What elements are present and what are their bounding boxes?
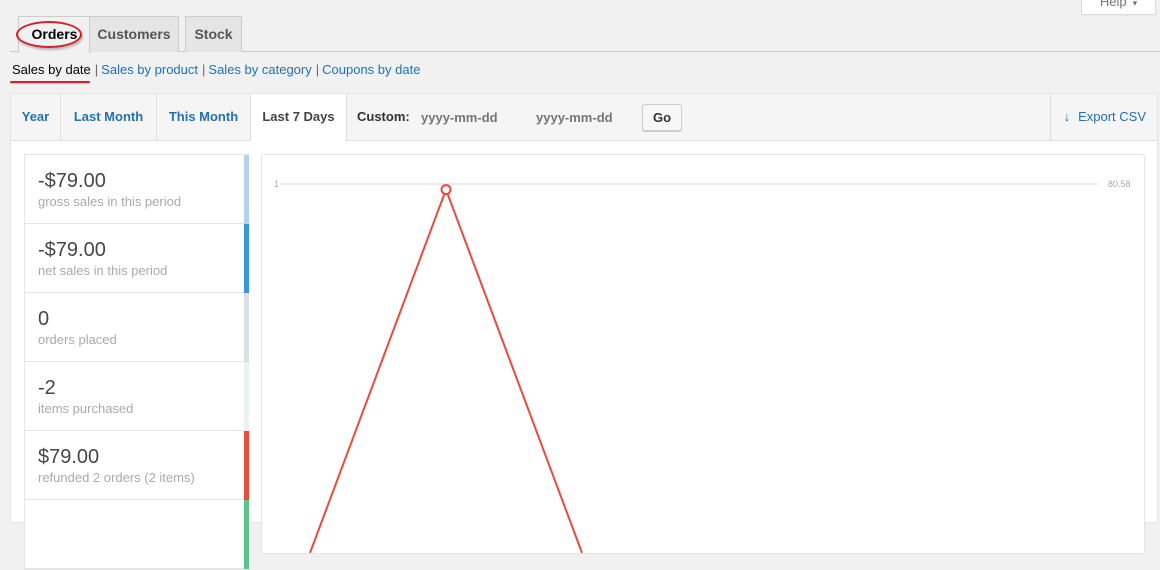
range-last-month[interactable]: Last Month [61,94,157,141]
right-axis-tick: 80.58 [1108,179,1131,189]
legend-desc: refunded 2 orders (2 items) [38,470,195,485]
legend-color-swatch [244,293,249,362]
annotation-underline [10,81,90,83]
legend-color-swatch [244,155,249,224]
custom-start-date-input[interactable] [421,106,526,128]
help-button[interactable]: Help ▾ [1081,0,1156,15]
separator: | [315,62,320,77]
legend-amount: -$79.00 [38,239,106,261]
legend-amount: -2 [38,377,56,399]
legend-desc: items purchased [38,401,134,416]
data-point-refunds[interactable] [440,184,452,196]
legend-item-gross-sales[interactable]: -$79.00 gross sales in this period [25,155,249,224]
sub-link-sales-by-date[interactable]: Sales by date [12,62,91,77]
legend-desc: orders placed [38,332,117,347]
series-layer [309,184,583,554]
separator: | [202,62,206,77]
legend-color-swatch [244,224,249,293]
range-this-month[interactable]: This Month [157,94,251,141]
legend-item-orders-placed[interactable]: 0 orders placed [25,293,249,362]
legend-color-swatch [244,362,249,431]
report-nav-tabs: Orders Customers Stock [10,16,1160,53]
legend-item-shipping[interactable] [25,500,249,569]
report-sub-nav: Sales by date | Sales by product | Sales by … [12,62,420,77]
date-range-bar: Year Last Month This Month Last 7 Days C… [11,94,1157,142]
custom-end-date-input[interactable] [536,106,641,128]
left-axis-tick: 1 [274,179,279,189]
legend-color-swatch [244,500,249,569]
chart-legend: -$79.00 gross sales in this period -$79.… [24,154,249,570]
range-year[interactable]: Year [11,94,61,141]
legend-desc: net sales in this period [38,263,168,278]
tab-customers[interactable]: Customers [89,16,179,52]
legend-amount: $79.00 [38,446,100,468]
legend-item-net-sales[interactable]: -$79.00 net sales in this period [25,224,249,293]
sub-link-coupons-by-date[interactable]: Coupons by date [322,62,420,77]
legend-color-swatch [244,431,249,500]
download-arrow-icon: ↓ [1063,109,1071,124]
legend-desc: gross sales in this period [38,194,182,209]
legend-item-refunded[interactable]: $79.00 refunded 2 orders (2 items) [25,431,249,500]
tab-stock[interactable]: Stock [185,16,242,52]
caret-down-icon: ▾ [1132,0,1138,8]
help-label: Help [1099,0,1127,9]
series-line-refunds [309,186,583,554]
tab-orders[interactable]: Orders [18,16,91,53]
export-csv-label: Export CSV [1078,109,1146,124]
sales-chart: 1 80.58 [261,154,1145,554]
go-button[interactable]: Go [642,104,682,131]
report-panel: Year Last Month This Month Last 7 Days C… [10,93,1158,570]
range-last-7-days[interactable]: Last 7 Days [251,94,347,142]
export-csv-button[interactable]: ↓ Export CSV [1050,94,1157,141]
custom-label: Custom: [357,109,410,124]
legend-amount: 0 [38,308,50,330]
sub-link-sales-by-product[interactable]: Sales by product [101,62,198,77]
legend-amount: -$79.00 [38,170,106,192]
sub-link-sales-by-category[interactable]: Sales by category [208,62,311,77]
chart-svg: 1 80.58 [274,179,1131,554]
separator: | [94,62,99,77]
legend-item-items-purchased[interactable]: -2 items purchased [25,362,249,431]
